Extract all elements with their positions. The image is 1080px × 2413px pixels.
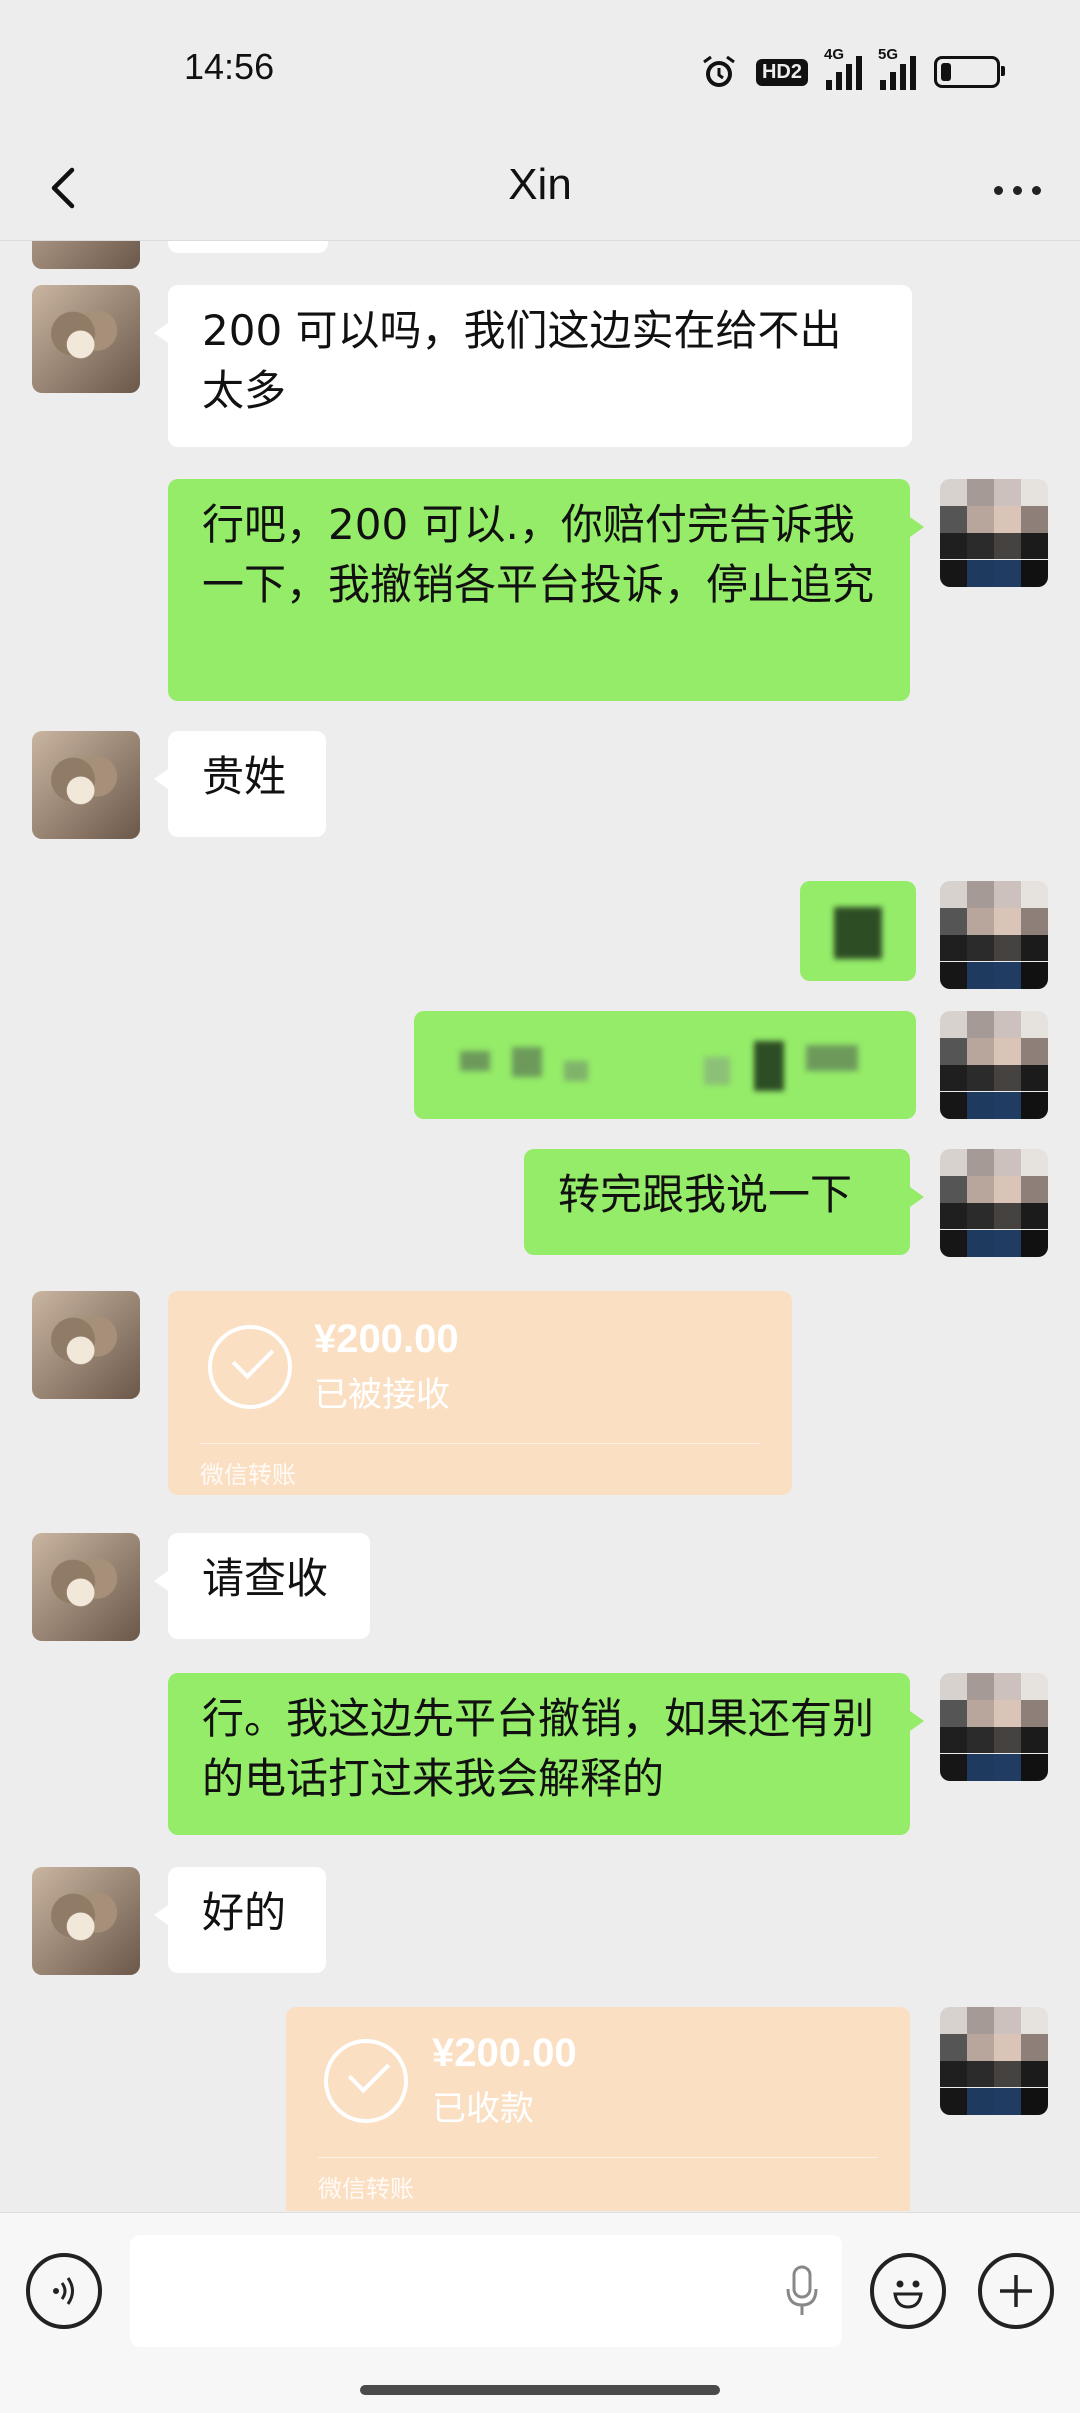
contact-avatar[interactable]: [32, 1533, 140, 1641]
message-bubble-incoming[interactable]: 好的: [154, 1867, 326, 1973]
signal-4g-icon: 4G: [824, 46, 862, 90]
message-bubble-outgoing-redacted[interactable]: [800, 881, 916, 981]
chat-title: Xin: [508, 160, 572, 209]
transfer-status: 已被接收: [314, 1375, 450, 1415]
status-icons: HD2 4G 5G: [700, 46, 1005, 94]
battery-icon: [934, 56, 1005, 88]
contact-avatar[interactable]: [32, 1291, 140, 1399]
user-avatar[interactable]: [940, 479, 1048, 587]
emoji-icon[interactable]: [870, 2253, 946, 2329]
transfer-footer: 微信转账: [200, 1461, 296, 1489]
chat-header: Xin: [0, 140, 1080, 241]
message-bubble-outgoing[interactable]: 行。我这边先平台撤销，如果还有别的电话打过来我会解释的: [168, 1673, 924, 1835]
check-circle-icon: [208, 1325, 292, 1409]
check-circle-icon: [324, 2039, 408, 2123]
message-list[interactable]: 200 可以吗，我们这边实在给不出太多 行吧，200 可以.，你赔付完告诉我一下…: [0, 241, 1080, 2211]
message-bubble-outgoing[interactable]: 行吧，200 可以.，你赔付完告诉我一下，我撤销各平台投诉，停止追究: [168, 479, 924, 701]
transfer-card-received[interactable]: ¥200.00 已被接收 微信转账: [168, 1291, 792, 1495]
microphone-icon[interactable]: [784, 2263, 820, 2319]
alarm-icon: [703, 55, 735, 87]
input-bar: [0, 2212, 1080, 2413]
message-bubble-incoming[interactable]: 200 可以吗，我们这边实在给不出太多: [154, 285, 912, 447]
transfer-amount: ¥200.00: [314, 1317, 459, 1361]
message-bubble-incoming[interactable]: 请查收: [154, 1533, 370, 1639]
message-bubble-incoming[interactable]: 贵姓: [154, 731, 326, 837]
status-bar: 14:56 HD2 4G 5G: [0, 0, 1080, 140]
message-bubble-outgoing-redacted[interactable]: [414, 1011, 916, 1119]
transfer-amount: ¥200.00: [432, 2031, 577, 2075]
home-indicator[interactable]: [360, 2385, 720, 2395]
user-avatar[interactable]: [940, 881, 1048, 989]
contact-avatar[interactable]: [32, 1867, 140, 1975]
transfer-status: 已收款: [432, 2089, 534, 2129]
transfer-footer: 微信转账: [318, 2175, 414, 2203]
hd-voice-icon: HD2: [755, 58, 808, 86]
transfer-card-sent[interactable]: ¥200.00 已收款 微信转账: [286, 2007, 910, 2211]
contact-avatar[interactable]: [32, 731, 140, 839]
voice-input-toggle-icon[interactable]: [26, 2253, 102, 2329]
user-avatar[interactable]: [940, 1011, 1048, 1119]
plus-icon[interactable]: [978, 2253, 1054, 2329]
message-bubble-incoming[interactable]: [168, 241, 328, 253]
user-avatar[interactable]: [940, 1149, 1048, 1257]
user-avatar[interactable]: [940, 2007, 1048, 2115]
more-options-icon[interactable]: [984, 162, 1050, 218]
contact-avatar[interactable]: [32, 241, 140, 269]
message-input[interactable]: [130, 2235, 842, 2347]
contact-avatar[interactable]: [32, 285, 140, 393]
clock: 14:56: [184, 46, 275, 87]
user-avatar[interactable]: [940, 1673, 1048, 1781]
message-bubble-outgoing[interactable]: 转完跟我说一下: [524, 1149, 924, 1255]
signal-5g-icon: 5G: [878, 46, 916, 90]
